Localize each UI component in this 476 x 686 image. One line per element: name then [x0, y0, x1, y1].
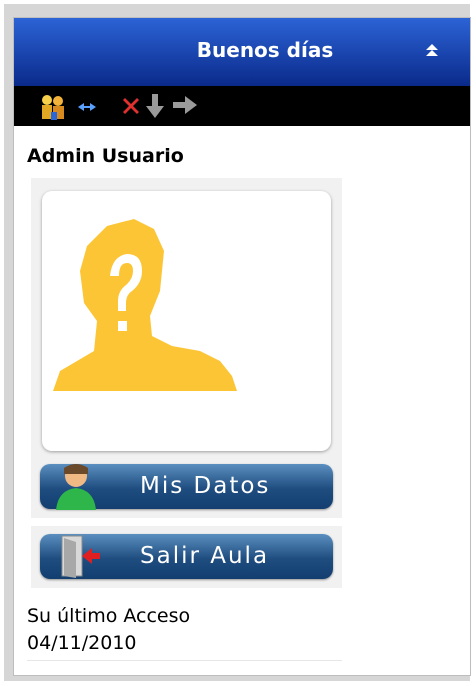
mis-datos-button[interactable]: Mis Datos	[40, 464, 333, 510]
user-icon	[56, 464, 96, 510]
user-name: Admin Usuario	[27, 145, 184, 167]
salir-button-wrap: Salir Aula	[31, 526, 342, 588]
last-access: Su último Acceso 04/11/2010	[27, 603, 190, 657]
arrow-down-icon[interactable]	[144, 92, 166, 120]
mis-datos-button-wrap: Mis Datos	[31, 456, 342, 518]
arrow-right-icon[interactable]	[171, 94, 199, 116]
double-chevron-up-icon[interactable]	[422, 40, 442, 60]
divider	[27, 660, 342, 661]
exit-door-icon	[61, 535, 100, 578]
link-icon[interactable]	[76, 100, 98, 114]
salir-aula-button[interactable]: Salir Aula	[40, 534, 333, 579]
salir-aula-label: Salir Aula	[140, 543, 270, 569]
avatar[interactable]	[42, 191, 331, 451]
last-access-date: 04/11/2010	[27, 632, 137, 654]
last-access-label: Su último Acceso	[27, 605, 191, 627]
delete-icon[interactable]	[119, 94, 143, 118]
panel-header: Buenos días	[14, 18, 470, 86]
unknown-user-icon	[53, 219, 237, 391]
panel-title: Buenos días	[196, 38, 334, 62]
mis-datos-label: Mis Datos	[140, 473, 271, 499]
user-panel: Buenos días Admin Usuario Mis Datos Sali…	[13, 17, 471, 676]
toolbar	[14, 86, 470, 126]
users-icon[interactable]	[38, 92, 68, 122]
avatar-frame	[31, 178, 342, 465]
